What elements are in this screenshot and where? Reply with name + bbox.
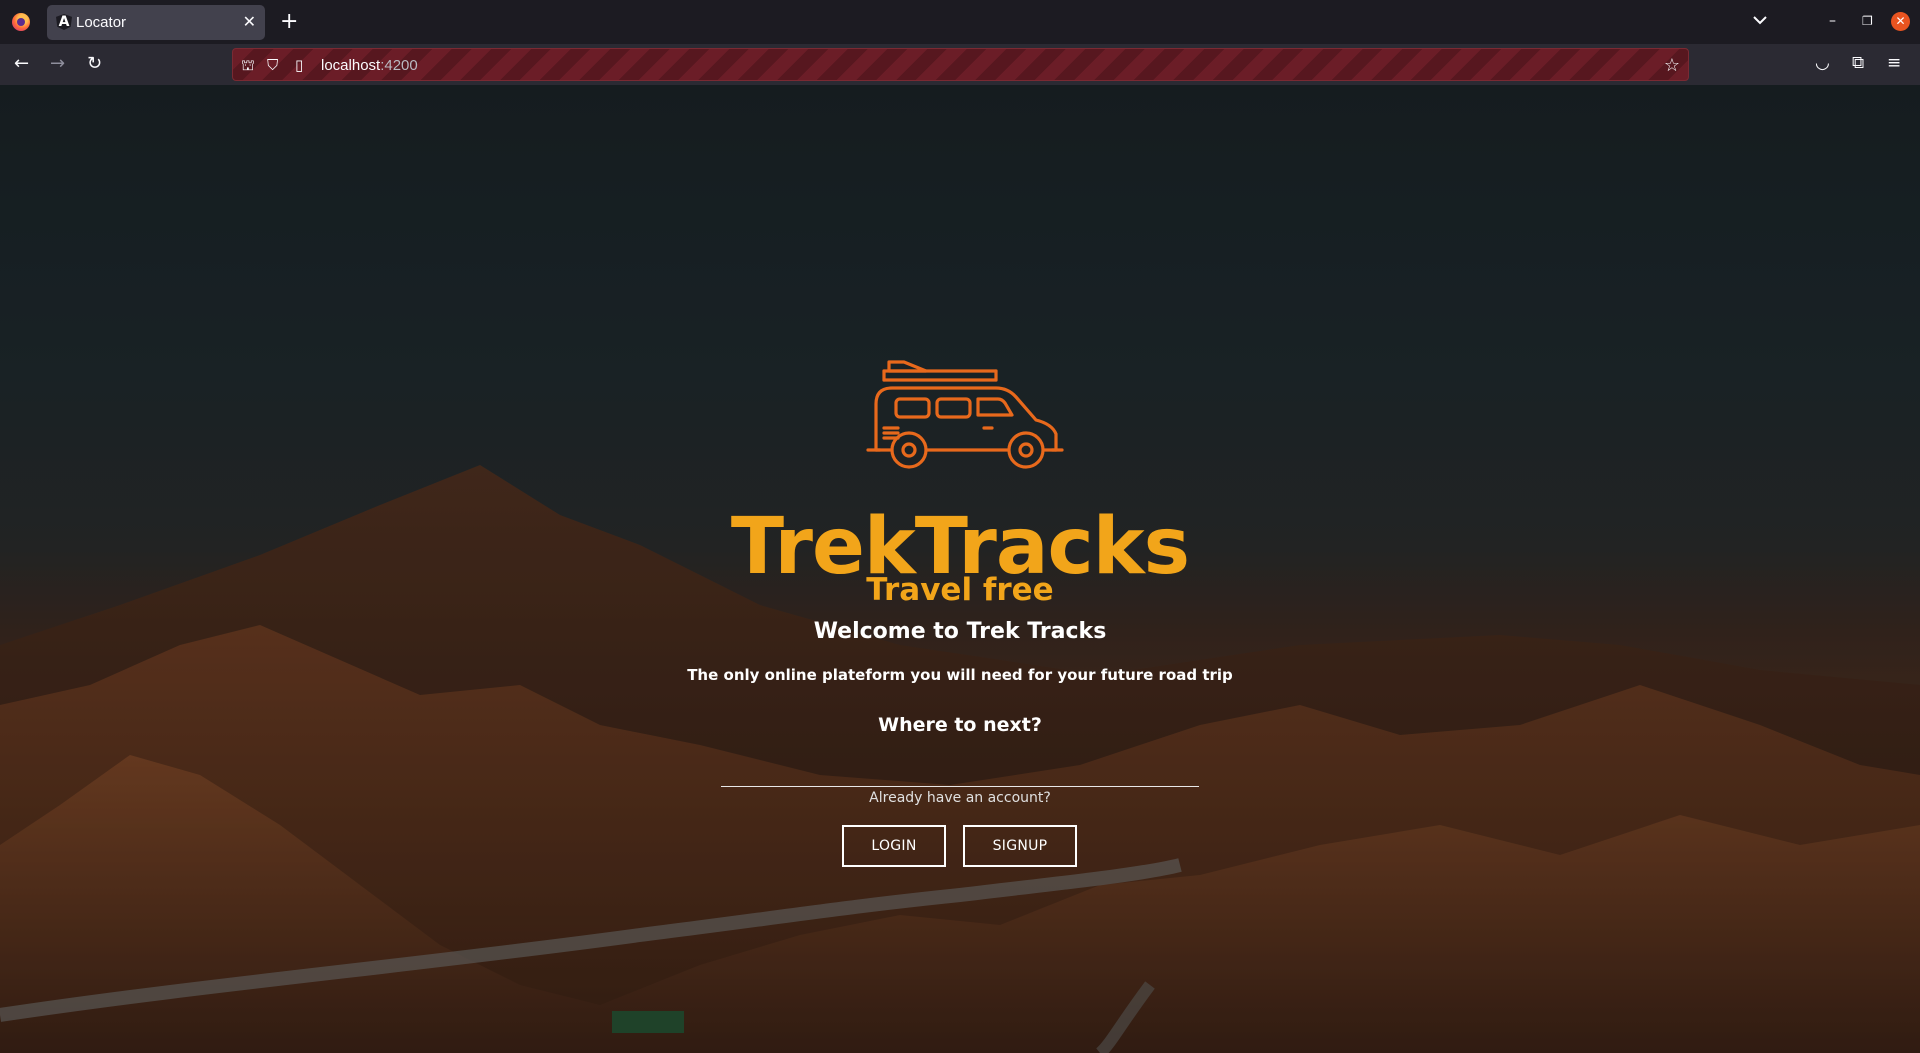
shield-icon[interactable]: ⛉ xyxy=(267,56,278,74)
tab-title: Locator xyxy=(76,14,127,31)
minimize-icon[interactable]: – xyxy=(1829,11,1836,31)
page-icon[interactable]: ▯ xyxy=(295,56,303,74)
remote-control-icon[interactable]: ⛫ xyxy=(241,56,255,74)
hamburger-icon[interactable]: ≡ xyxy=(1887,53,1901,73)
hero-content: TrekTracks Travel free Welcome to Trek T… xyxy=(0,85,1920,1053)
welcome-subtitle: The only online plateform you will need … xyxy=(687,666,1233,684)
new-tab-plus-icon[interactable]: + xyxy=(280,8,298,36)
tab-close-icon[interactable]: ✕ xyxy=(243,12,256,32)
firefox-logo-icon[interactable] xyxy=(12,13,30,31)
tab-locator[interactable]: A Locator ✕ xyxy=(47,5,265,40)
landing-page: TrekTracks Travel free Welcome to Trek T… xyxy=(0,85,1920,1053)
window-close-icon[interactable]: ✕ xyxy=(1891,12,1910,31)
url-bar[interactable]: ⛫ ⛉ ▯ localhost:4200 ☆ xyxy=(232,48,1689,81)
angular-favicon-icon: A xyxy=(56,14,72,30)
puzzle-icon[interactable]: ⧉ xyxy=(1852,53,1864,73)
login-button[interactable]: LOGIN xyxy=(842,825,946,867)
signup-button[interactable]: SIGNUP xyxy=(963,825,1077,867)
destination-input[interactable] xyxy=(721,747,1199,787)
nav-bar: ← → ↻ ⛫ ⛉ ▯ localhost:4200 ☆ ◡ ⧉ ≡ xyxy=(0,44,1920,85)
welcome-heading: Welcome to Trek Tracks xyxy=(813,619,1107,644)
chevron-down-icon[interactable] xyxy=(1750,10,1770,30)
tab-strip: A Locator ✕ + – ❐ ✕ xyxy=(0,0,1920,44)
where-to-next-label: Where to next? xyxy=(878,714,1042,736)
restore-icon[interactable]: ❐ xyxy=(1862,11,1873,31)
star-icon[interactable]: ☆ xyxy=(1664,55,1680,76)
url-port: :4200 xyxy=(380,57,418,74)
arrow-left-icon[interactable]: ← xyxy=(14,54,29,74)
arrow-right-icon[interactable]: → xyxy=(50,54,65,74)
account-prompt: Already have an account? xyxy=(869,790,1051,806)
pocket-icon[interactable]: ◡ xyxy=(1815,53,1830,73)
url-text[interactable]: localhost:4200 xyxy=(321,57,418,74)
reload-icon[interactable]: ↻ xyxy=(87,54,102,74)
campervan-icon xyxy=(866,360,1064,469)
brand-tagline: Travel free xyxy=(866,572,1054,608)
url-host: localhost xyxy=(321,57,381,74)
